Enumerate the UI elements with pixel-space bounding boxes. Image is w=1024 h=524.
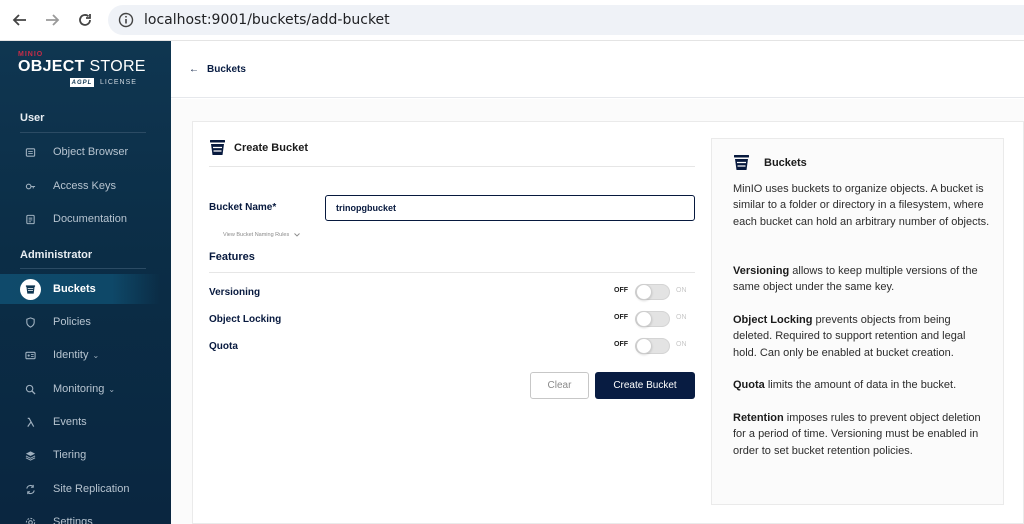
versioning-label: Versioning <box>209 287 261 298</box>
shield-icon <box>24 316 36 328</box>
bucket-name-label: Bucket Name* <box>209 202 277 213</box>
sidebar-item-events[interactable]: Events <box>0 407 160 437</box>
browser-toolbar: localhost:9001/buckets/add-bucket <box>0 0 1024 41</box>
sidebar-item-site-replication[interactable]: Site Replication <box>0 474 160 504</box>
sidebar-item-label: Object Browser <box>53 146 129 158</box>
create-bucket-button[interactable]: Create Bucket <box>595 372 695 399</box>
page-header: ← Buckets <box>171 41 1024 98</box>
agpl-badge: AGPL <box>70 78 94 87</box>
document-icon <box>24 213 36 225</box>
divider <box>209 166 695 167</box>
back-to-buckets-link[interactable]: ← Buckets <box>189 64 246 75</box>
bucket-name-input[interactable] <box>325 195 695 221</box>
help-panel: Buckets MinIO uses buckets to organize o… <box>711 138 1004 505</box>
sidebar-item-buckets[interactable]: Buckets <box>0 274 160 304</box>
sidebar-item-tiering[interactable]: Tiering <box>0 440 160 470</box>
sidebar-item-label: Events <box>53 416 87 428</box>
id-card-icon <box>24 349 36 361</box>
chevron-down-icon: ⌄ <box>108 385 116 394</box>
toggle-knob <box>636 311 652 327</box>
back-arrow-icon[interactable] <box>8 8 32 32</box>
toggle-knob <box>636 284 652 300</box>
quota-toggle[interactable] <box>635 338 670 354</box>
quota-off-label: OFF <box>614 341 628 348</box>
sidebar-item-label: Site Replication <box>53 483 130 495</box>
object-locking-toggle[interactable] <box>635 311 670 327</box>
card-title: Create Bucket <box>209 139 308 156</box>
sidebar: MINIO OBJECT STORE AGPL LICENSE User Obj… <box>0 41 171 524</box>
versioning-toggle[interactable] <box>635 284 670 300</box>
gear-icon <box>24 516 36 524</box>
lambda-icon <box>24 416 36 428</box>
sidebar-item-documentation[interactable]: Documentation <box>0 204 160 234</box>
section-label-user: User <box>20 112 45 124</box>
versioning-off-label: OFF <box>614 287 628 294</box>
quota-label: Quota <box>209 341 238 352</box>
folder-icon <box>24 146 36 158</box>
address-bar[interactable]: localhost:9001/buckets/add-bucket <box>108 5 1024 35</box>
sidebar-item-label: Documentation <box>53 213 127 225</box>
logo-license: AGPL LICENSE <box>70 78 137 87</box>
sidebar-item-label: Policies <box>53 316 91 328</box>
site-info-icon[interactable] <box>118 12 134 28</box>
back-arrow-icon: ← <box>189 64 199 75</box>
card-title-text: Create Bucket <box>234 141 308 154</box>
sidebar-item-label: Tiering <box>53 449 87 461</box>
quota-on-label: ON <box>676 341 687 348</box>
logo[interactable]: MINIO OBJECT STORE AGPL LICENSE <box>0 41 171 99</box>
chevron-down-icon <box>294 233 301 237</box>
logo-brand: MINIO <box>18 51 44 58</box>
logo-title: OBJECT STORE <box>18 58 146 75</box>
key-icon <box>24 180 36 192</box>
url-text: localhost:9001/buckets/add-bucket <box>144 12 390 28</box>
section-divider <box>20 268 146 269</box>
object-locking-off-label: OFF <box>614 314 628 321</box>
object-locking-label: Object Locking <box>209 314 282 325</box>
bucket-icon <box>20 278 41 300</box>
versioning-on-label: ON <box>676 287 687 294</box>
help-retention: Retention imposes rules to prevent objec… <box>733 412 981 457</box>
help-title-text: Buckets <box>764 156 807 169</box>
sidebar-item-monitoring[interactable]: Monitoring ⌄ <box>0 374 160 404</box>
clear-button[interactable]: Clear <box>530 372 589 399</box>
divider <box>209 272 695 273</box>
sync-icon <box>24 483 36 495</box>
monitor-icon <box>24 383 36 395</box>
object-locking-on-label: ON <box>676 314 687 321</box>
sidebar-item-object-browser[interactable]: Object Browser <box>0 137 160 167</box>
help-intro: MinIO uses buckets to organize objects. … <box>733 183 990 228</box>
sidebar-item-policies[interactable]: Policies <box>0 307 160 337</box>
help-title: Buckets <box>733 154 807 171</box>
reload-icon[interactable] <box>73 8 97 32</box>
toggle-knob <box>636 338 652 354</box>
forward-arrow-icon[interactable] <box>40 8 64 32</box>
sidebar-item-identity[interactable]: Identity ⌄ <box>0 340 160 370</box>
help-object-locking: Object Locking prevents objects from bei… <box>733 314 966 359</box>
chevron-down-icon: ⌄ <box>92 351 100 360</box>
sidebar-item-settings[interactable]: Settings <box>0 507 160 524</box>
help-quota: Quota limits the amount of data in the b… <box>733 379 957 391</box>
sidebar-item-label: Identity ⌄ <box>53 349 100 361</box>
sidebar-item-label: Monitoring ⌄ <box>53 383 116 395</box>
sidebar-item-access-keys[interactable]: Access Keys <box>0 171 160 201</box>
sidebar-item-label: Access Keys <box>53 180 116 192</box>
main-content: ← Buckets Create Bucket Bucket Name* Vie… <box>171 41 1024 524</box>
sidebar-item-label: Buckets <box>53 283 96 295</box>
sidebar-item-label: Settings <box>53 516 93 524</box>
bucket-icon <box>734 155 749 170</box>
layers-icon <box>24 449 36 461</box>
section-divider <box>20 132 146 133</box>
bucket-icon <box>210 140 225 155</box>
help-versioning: Versioning allows to keep multiple versi… <box>733 265 978 294</box>
naming-rules-toggle[interactable]: View Bucket Naming Rules <box>223 232 301 238</box>
features-heading: Features <box>209 251 255 263</box>
section-label-administrator: Administrator <box>20 249 93 261</box>
back-link-label: Buckets <box>207 64 246 75</box>
